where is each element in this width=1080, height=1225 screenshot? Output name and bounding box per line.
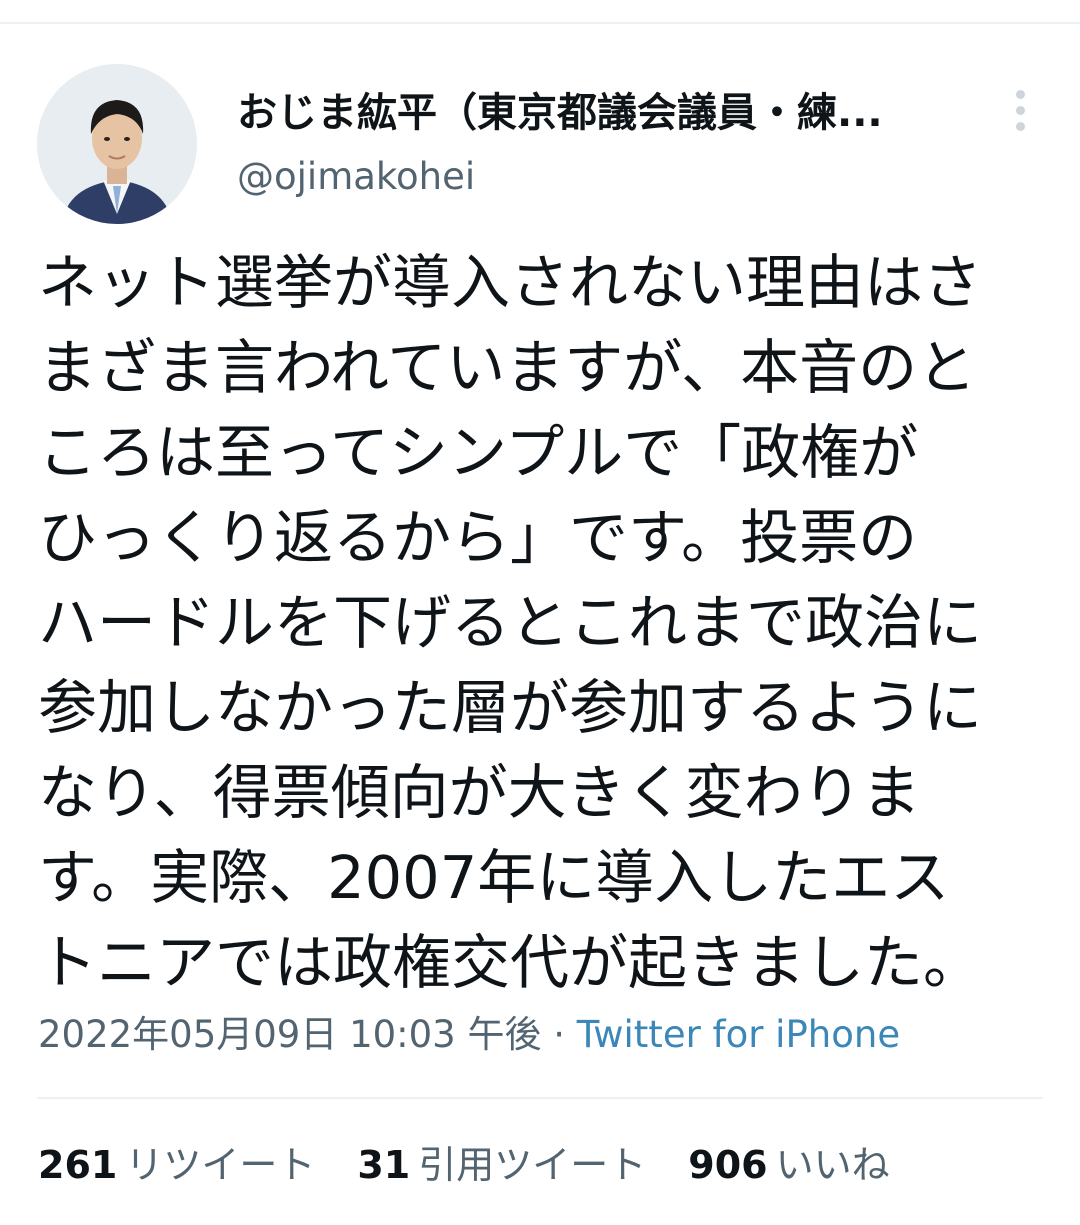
stats-divider bbox=[37, 1097, 1043, 1099]
more-dot bbox=[1015, 105, 1025, 115]
tweet-line: す。実際、2007年に導入したエス bbox=[38, 843, 950, 912]
likes-label: いいね bbox=[775, 1143, 890, 1187]
profile-photo-icon bbox=[37, 64, 197, 224]
tweet-line: なり、得票傾向が大きく変わりま bbox=[38, 758, 921, 827]
retweets-label: リツイート bbox=[125, 1143, 316, 1187]
more-dot bbox=[1015, 121, 1025, 131]
engagement-stats: 261 リツイート 31 引用ツイート 906 いいね bbox=[38, 1140, 890, 1190]
retweets-stat[interactable]: 261 リツイート bbox=[38, 1140, 315, 1190]
tweet-meta: 2022年05月09日 10:03 午後 · Twitter for iPhon… bbox=[38, 1010, 900, 1060]
avatar[interactable] bbox=[37, 64, 197, 224]
tweet-line: トニアでは政権交代が起きました。 bbox=[38, 928, 983, 997]
likes-count: 906 bbox=[688, 1143, 768, 1187]
quotes-label: 引用ツイート bbox=[418, 1143, 647, 1187]
user-handle[interactable]: @ojimakohei bbox=[237, 154, 475, 200]
more-options-button[interactable] bbox=[1000, 88, 1040, 132]
tweet-line: まざま言われていますが、本音のと bbox=[38, 333, 977, 402]
tweet-text: ネット選挙が導入されない理由はさ まざま言われていますが、本音のと ころは至って… bbox=[38, 240, 1048, 1005]
tweet-source-link[interactable]: Twitter for iPhone bbox=[577, 1013, 900, 1056]
tweet-line: ひっくり返るから」です。投票の bbox=[38, 503, 918, 572]
more-vertical-icon bbox=[1015, 89, 1025, 99]
tweet-line: ハードルを下げるとこれまで政治に bbox=[38, 588, 983, 657]
retweets-count: 261 bbox=[38, 1143, 118, 1187]
display-name[interactable]: おじま紘平（東京都議会議員・練... bbox=[237, 88, 957, 138]
quotes-count: 31 bbox=[357, 1143, 411, 1187]
tweet-timestamp[interactable]: 2022年05月09日 10:03 午後 bbox=[38, 1013, 541, 1056]
tweet-line: ころは至ってシンプルで「政権が bbox=[38, 418, 919, 487]
top-divider bbox=[0, 22, 1080, 24]
likes-stat[interactable]: 906 いいね bbox=[688, 1140, 889, 1190]
meta-separator: · bbox=[541, 1013, 577, 1056]
quotes-stat[interactable]: 31 引用ツイート bbox=[357, 1140, 646, 1190]
tweet-line: ネット選挙が導入されない理由はさ bbox=[38, 248, 983, 317]
tweet-line: 参加しなかった層が参加するように bbox=[38, 673, 983, 742]
